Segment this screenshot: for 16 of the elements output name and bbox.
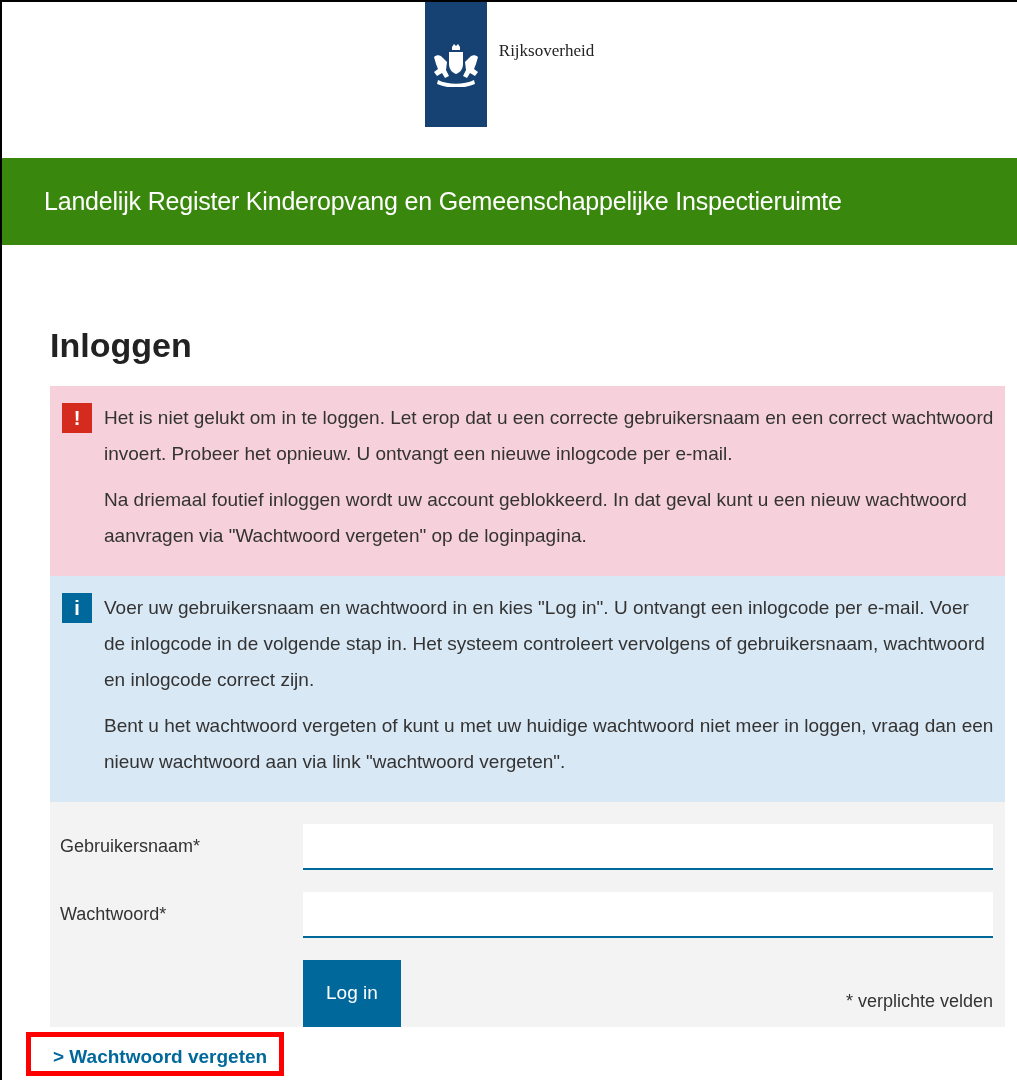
error-icon: ! — [62, 402, 92, 433]
page-heading: Inloggen — [50, 325, 193, 366]
forgot-password-link[interactable]: > Wachtwoord vergeten — [45, 1036, 272, 1072]
logo-text: Rijksoverheid — [498, 39, 595, 62]
error-message: Na driemaal foutief inloggen wordt uw account geblokkeerd. In dat geval kunt u een nieuw wachtwoord aanvragen via "Wachtwoord vergeten" op de loginpagina. — [104, 487, 968, 548]
info-icon: i — [62, 592, 92, 623]
error-message: Het is niet gelukt om in te loggen. Let erop dat u een correcte gebruikersnaam en een correct wachtwoord invoert. Probeer het opnieuw. U ontvangt een nieuwe inlogcode per e-mail. — [104, 405, 995, 466]
info-message: Voer uw gebruikersnaam en wachtwoord in en kies "Log in". U ontvangt een inlogcode per e-mail. Voer de inlogcode in de volgende stap in. Het systeem controleert vervolgens of gebruikersnaam, wachtwoord en inlogcode correct zijn. — [104, 595, 986, 692]
login-button[interactable]: Log in — [303, 959, 401, 1027]
banner-title: Landelijk Register Kinderopvang en Gemeenschappelijke Inspectieruimte — [44, 185, 842, 217]
field-label: Gebruikersnaam* — [60, 835, 202, 859]
field-label: Wachtwoord* — [60, 903, 168, 927]
required-note: * verplichte velden — [845, 989, 993, 1013]
input-field[interactable] — [303, 823, 993, 870]
input-field[interactable] — [303, 891, 993, 938]
info-message: Bent u het wachtwoord vergeten of kunt u met uw huidige wachtwoord niet meer in loggen, vraag dan een nieuw wachtwoord aan via link "wachtwoord vergeten". — [104, 713, 995, 774]
